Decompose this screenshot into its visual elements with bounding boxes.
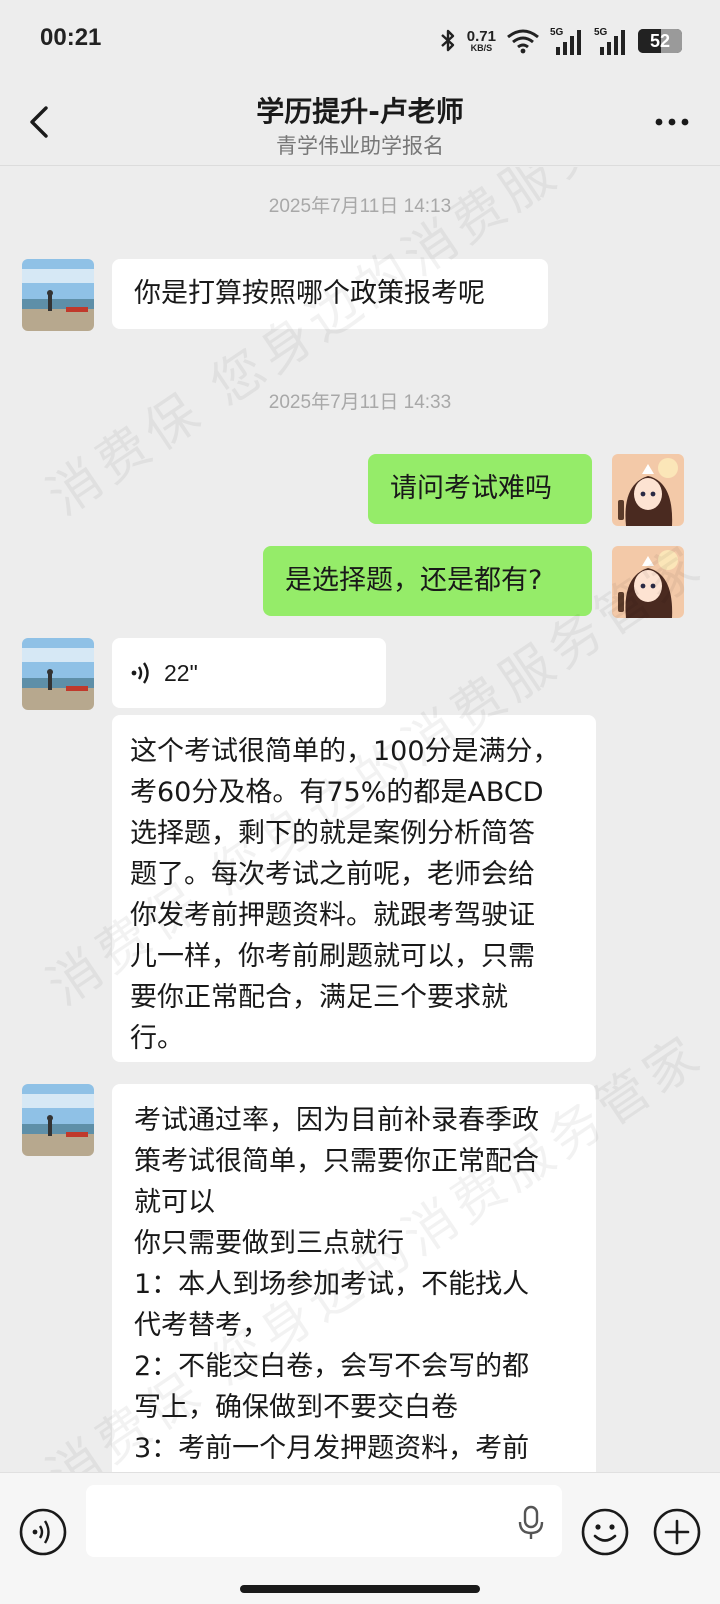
voice-transcript-bubble[interactable]: 这个考试很简单的，100分是满分， 考60分及格。有75%的都是ABCD 选择题… <box>112 715 596 1062</box>
cellular-signal-2: 5G <box>594 27 628 55</box>
message-list[interactable]: 2025年7月11日 14:13 你是打算按照哪个政策报考呢 2025年7月11… <box>0 167 720 1472</box>
voice-message-bubble[interactable]: 22" <box>112 638 386 708</box>
emoji-button[interactable] <box>580 1507 630 1557</box>
more-actions-button[interactable] <box>652 1507 702 1557</box>
message-text: 这个考试很简单的，100分是满分， 考60分及格。有75%的都是ABCD 选择题… <box>130 736 560 1054</box>
contact-avatar[interactable] <box>22 1084 94 1156</box>
signal-bars-icon <box>600 30 625 55</box>
message-text: 是选择题，还是都有? <box>285 565 543 596</box>
contact-avatar[interactable] <box>22 638 94 710</box>
network-speed-value: 0.71 <box>466 28 496 45</box>
dictation-button[interactable] <box>516 1505 546 1541</box>
timestamp: 2025年7月11日 14:33 <box>268 392 452 413</box>
status-icons: 0.71 KB/S 5G 5G 52 <box>439 24 682 58</box>
chat-header: 学历提升-卢老师 青学伟业助学报名 <box>0 80 720 166</box>
more-dots-icon <box>655 118 689 126</box>
voice-duration: 22" <box>164 659 198 686</box>
battery-icon: 52 <box>638 29 682 53</box>
wifi-icon <box>507 29 539 54</box>
voice-input-toggle[interactable] <box>18 1507 68 1557</box>
beach-photo-avatar <box>22 638 94 710</box>
status-bar: 00:21 0.71 KB/S 5G 5G 52 <box>0 0 720 80</box>
battery-level: 52 <box>649 30 671 51</box>
my-avatar[interactable] <box>612 454 684 526</box>
input-bar <box>0 1472 720 1604</box>
more-button[interactable] <box>654 110 690 134</box>
message-bubble-outgoing[interactable]: 请问考试难吗 <box>368 454 592 524</box>
cellular-signal-1: 5G <box>550 27 584 55</box>
voice-wave-icon <box>131 662 149 684</box>
network-speed-unit: KB/S <box>470 43 493 53</box>
beach-photo-avatar <box>22 259 94 331</box>
timestamp: 2025年7月11日 14:13 <box>268 196 452 217</box>
message-text: 考试通过率，因为目前补录春季政 策考试很简单，只需要你正常配合 就可以 你只需要… <box>134 1105 539 1464</box>
message-bubble-outgoing[interactable]: 是选择题，还是都有? <box>263 546 592 616</box>
beach-photo-avatar <box>22 1084 94 1156</box>
home-indicator[interactable] <box>240 1585 480 1593</box>
signal-bars-icon <box>556 30 581 55</box>
bluetooth-icon <box>440 29 454 52</box>
message-bubble-incoming[interactable]: 你是打算按照哪个政策报考呢 <box>112 259 548 329</box>
cartoon-girl-avatar <box>612 454 684 526</box>
my-avatar[interactable] <box>612 546 684 618</box>
plus-icon <box>653 1508 701 1556</box>
chat-subtitle: 青学伟业助学报名 <box>276 134 444 158</box>
microphone-icon <box>518 1505 544 1539</box>
status-time: 00:21 <box>40 24 102 51</box>
contact-avatar[interactable] <box>22 259 94 331</box>
cartoon-girl-avatar <box>612 546 684 618</box>
message-bubble-incoming[interactable]: 考试通过率，因为目前补录春季政 策考试很简单，只需要你正常配合 就可以 你只需要… <box>112 1084 596 1472</box>
message-text: 你是打算按照哪个政策报考呢 <box>134 278 485 309</box>
message-text: 请问考试难吗 <box>390 473 552 504</box>
chat-title: 学历提升-卢老师 <box>256 95 464 128</box>
emoji-icon <box>581 1508 629 1556</box>
voice-icon <box>19 1508 67 1556</box>
message-input[interactable] <box>86 1485 562 1557</box>
network-speed: 0.71 KB/S <box>467 29 496 53</box>
